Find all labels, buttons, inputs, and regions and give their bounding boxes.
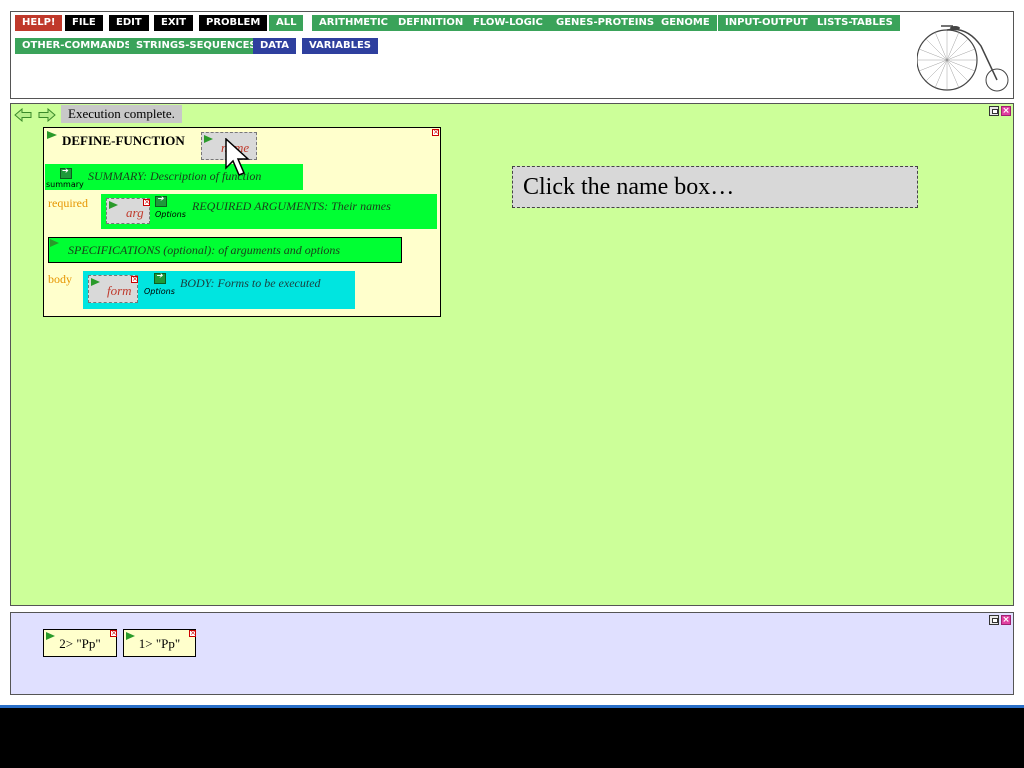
category-lists-tables-button[interactable]: LISTS-TABLES — [810, 15, 900, 31]
slot-flag-icon — [204, 135, 213, 143]
body-options-icon[interactable] — [154, 271, 166, 284]
category-strings-sequences-button[interactable]: STRINGS-SEQUENCES — [129, 38, 264, 54]
delete-arg-icon[interactable]: × — [143, 199, 150, 206]
slot-flag-icon — [91, 278, 100, 286]
problem-button[interactable]: PROBLEM — [199, 15, 268, 31]
penny-farthing-bicycle-icon — [917, 25, 1009, 92]
close-icon[interactable]: × — [1001, 615, 1011, 625]
body-label: body — [48, 272, 72, 286]
required-text: REQUIRED ARGUMENTS: Their names — [192, 199, 391, 213]
taskbar-edge — [0, 705, 1024, 708]
delete-result-icon[interactable]: × — [189, 630, 196, 637]
delete-form-icon[interactable]: × — [131, 276, 138, 283]
specifications-section[interactable]: SPECIFICATIONS (optional): of arguments … — [48, 237, 402, 263]
define-function-title: DEFINE-FUNCTION — [62, 133, 185, 148]
body-text: BODY: Forms to be executed — [180, 276, 321, 290]
back-arrow-icon[interactable] — [14, 108, 32, 122]
workspace-panel: Execution complete. × × DEFINE-FUNCTION … — [10, 103, 1014, 606]
category-input-output-button[interactable]: INPUT-OUTPUT — [718, 15, 815, 31]
result-text: 1> "Pp" — [138, 636, 181, 651]
result-flag-icon[interactable] — [46, 632, 55, 640]
help-button[interactable]: HELP! — [15, 15, 63, 31]
result-item[interactable]: × 1> "Pp" — [123, 629, 196, 657]
mouse-pointer-icon — [225, 138, 250, 176]
delete-box-icon[interactable]: × — [432, 129, 439, 136]
category-flow-logic-button[interactable]: FLOW-LOGIC — [466, 15, 550, 31]
delete-result-icon[interactable]: × — [110, 630, 117, 637]
taskbar — [0, 705, 1024, 768]
arg-slot[interactable]: × arg — [106, 198, 150, 224]
specifications-text: SPECIFICATIONS (optional): of arguments … — [68, 243, 341, 257]
category-all-button[interactable]: ALL — [269, 15, 304, 31]
status-message: Execution complete. — [61, 105, 182, 123]
category-definition-button[interactable]: DEFINITION — [391, 15, 471, 31]
forward-arrow-icon[interactable] — [38, 108, 56, 122]
form-slot[interactable]: × form — [88, 275, 138, 303]
spec-flag-icon[interactable] — [50, 239, 59, 247]
required-options-label: Options — [155, 210, 186, 219]
category-other-commands-button[interactable]: OTHER-COMMANDS — [15, 38, 139, 54]
edit-menu-button[interactable]: EDIT — [109, 15, 149, 31]
exit-button[interactable]: EXIT — [154, 15, 194, 31]
body-section[interactable]: × form Options BODY: Forms to be execute… — [83, 271, 355, 309]
variables-button[interactable]: VARIABLES — [302, 38, 378, 54]
category-genes-proteins-button[interactable]: GENES-PROTEINS — [549, 15, 662, 31]
body-options-label: Options — [144, 287, 175, 296]
results-panel: × × 2> "Pp" × 1> "Pp" — [10, 612, 1014, 695]
result-item[interactable]: × 2> "Pp" — [43, 629, 117, 657]
command-menu-panel: HELP! FILE EDIT EXIT PROBLEM ALL ARITHME… — [10, 11, 1014, 99]
category-arithmetic-button[interactable]: ARITHMETIC — [312, 15, 396, 31]
minimize-icon[interactable] — [989, 106, 999, 116]
required-arguments-section[interactable]: × arg Options REQUIRED ARGUMENTS: Their … — [101, 194, 437, 229]
data-button[interactable]: DATA — [253, 38, 297, 54]
summary-icon-caption: summary — [46, 180, 84, 189]
close-icon[interactable]: × — [1001, 106, 1011, 116]
slot-flag-icon — [109, 201, 118, 209]
minimize-icon[interactable] — [989, 615, 999, 625]
arg-slot-label: arg — [126, 205, 144, 220]
file-menu-button[interactable]: FILE — [65, 15, 103, 31]
execute-flag-icon[interactable] — [47, 131, 57, 139]
options-icon[interactable] — [155, 194, 167, 207]
summary-icon-overlay[interactable] — [60, 166, 72, 179]
result-flag-icon[interactable] — [126, 632, 135, 640]
instruction-callout: Click the name box… — [512, 166, 918, 208]
result-text: 2> "Pp" — [59, 636, 101, 651]
form-slot-label: form — [107, 283, 132, 298]
category-genome-button[interactable]: GENOME — [654, 15, 717, 31]
required-label: required — [48, 196, 88, 210]
